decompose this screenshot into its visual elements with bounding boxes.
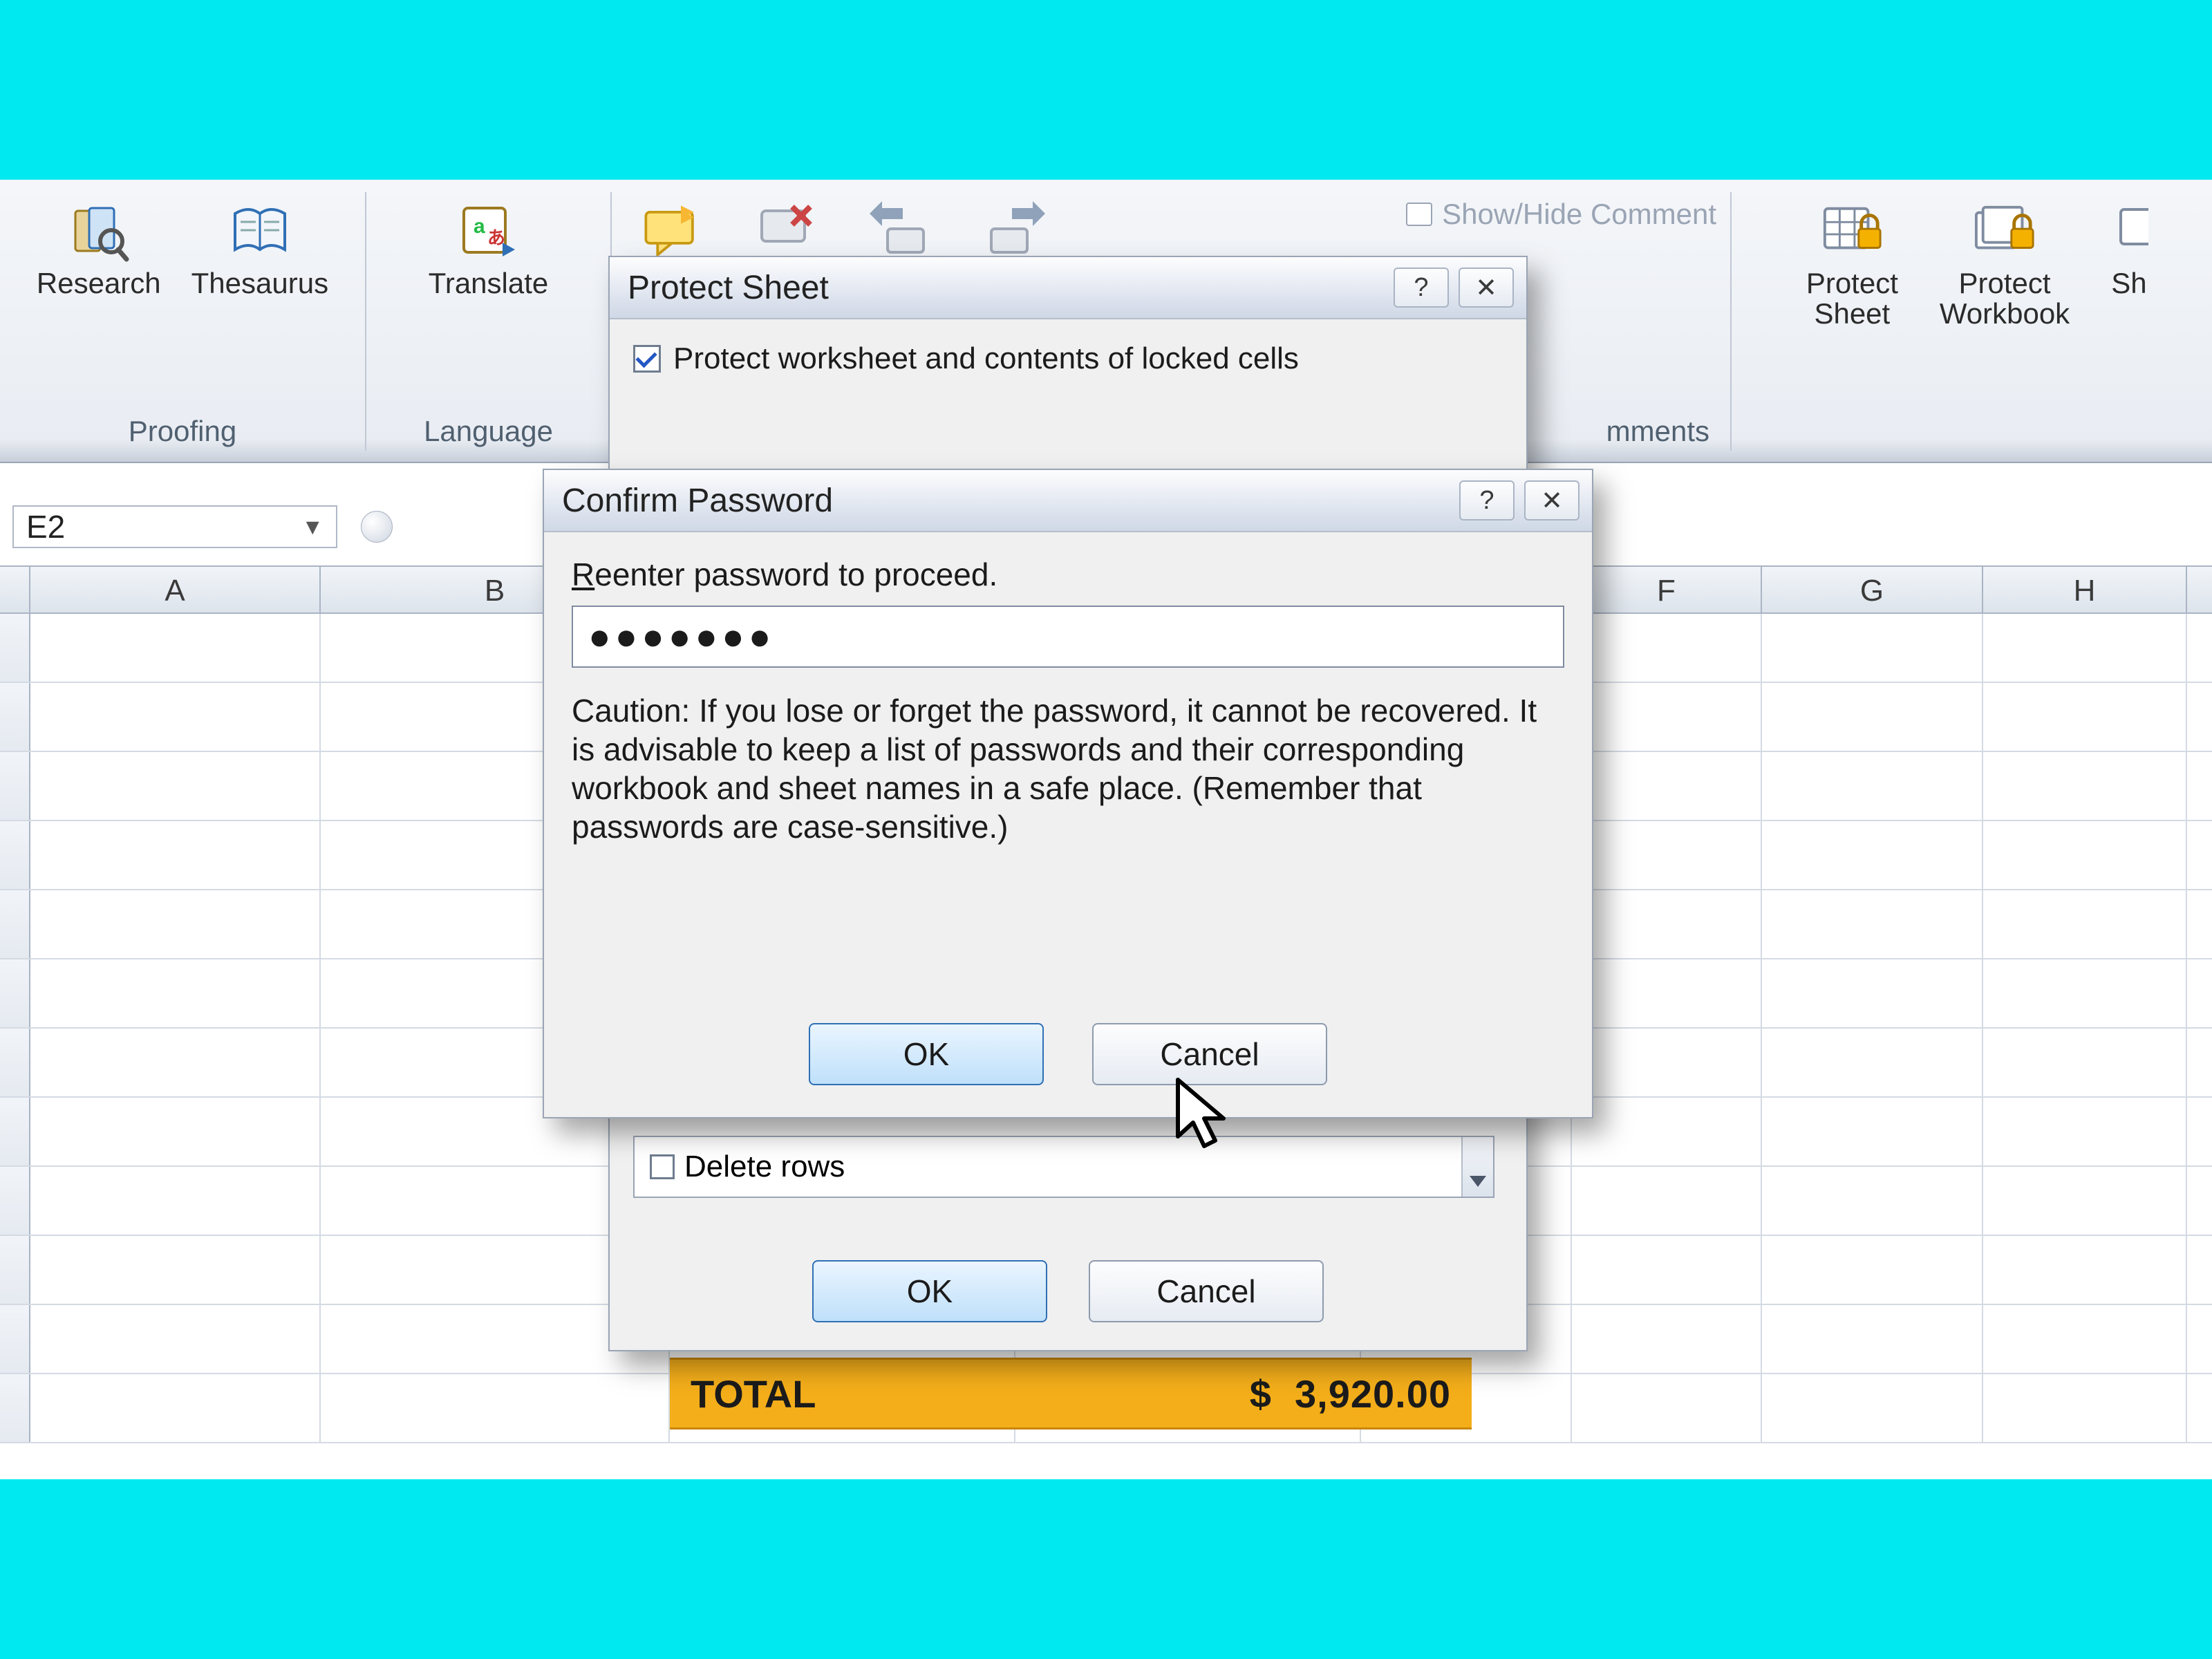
confirm-password-title: Confirm Password [562,482,1450,520]
protect-sheet-titlebar[interactable]: Protect Sheet ? ✕ [610,257,1526,319]
listbox-scrollbar[interactable] [1461,1137,1493,1197]
show-hide-comment-label: Show/Hide Comment [1442,198,1716,231]
share-workbook-label: Sh [2111,268,2146,299]
protect-contents-label: Protect worksheet and contents of locked… [673,341,1299,376]
password-caution-text: Caution: If you lose or forget the passw… [572,691,1564,846]
share-workbook-icon [2111,200,2148,263]
protect-sheet-cancel-button[interactable]: Cancel [1089,1260,1324,1322]
protect-workbook-icon [1974,200,2036,263]
share-workbook-button[interactable]: Sh [2100,196,2148,333]
translate-label: Translate [429,268,549,299]
protect-sheet-label: Protect Sheet [1806,268,1898,329]
permission-delete-rows[interactable]: Delete rows [635,1150,860,1184]
show-hide-comment-button[interactable]: Show/Hide Comment [1406,198,1716,231]
name-box-dropdown-icon[interactable]: ▼ [301,514,324,540]
mouse-cursor-icon [1175,1077,1237,1153]
cancel-formula-icon[interactable] [361,511,393,543]
ribbon-group-proofing: Research Thesaurus [0,192,366,451]
app-window: Research Thesaurus [0,180,2212,1479]
research-button[interactable]: Research [26,196,172,303]
column-header-F[interactable]: F [1572,567,1762,612]
group-label-language: Language [366,415,610,448]
protect-workbook-button[interactable]: Protect Workbook [1929,196,2081,333]
close-button[interactable]: ✕ [1524,480,1580,521]
help-icon: ? [1414,273,1428,303]
protect-sheet-button[interactable]: Protect Sheet [1795,196,1909,333]
ribbon-group-language: a あ Translate Language [366,192,612,451]
select-all-corner[interactable] [0,567,30,612]
help-button[interactable]: ? [1459,480,1515,521]
confirm-password-dialog: Confirm Password ? ✕ Reenter password to… [543,469,1593,1118]
ribbon-group-changes: Protect Sheet Protect Workbook [1732,192,2212,451]
new-comment-icon [639,200,702,263]
thesaurus-button[interactable]: Thesaurus [180,196,339,303]
permission-delete-rows-label: Delete rows [684,1150,845,1184]
previous-comment-icon [869,200,931,263]
protect-sheet-ok-button[interactable]: OK [812,1260,1047,1322]
show-hide-comment-icon [1406,203,1432,226]
checkbox-icon [650,1154,675,1179]
column-header-A[interactable]: A [30,567,321,612]
help-button[interactable]: ? [1394,268,1449,308]
svg-text:a: a [474,215,485,238]
protect-sheet-icon [1821,200,1883,263]
permissions-listbox[interactable]: Delete rows [633,1136,1494,1198]
research-label: Research [37,268,161,299]
research-icon [68,200,130,263]
close-button[interactable]: ✕ [1459,268,1514,308]
name-box[interactable]: E2 ▼ [12,505,337,548]
total-row: TOTAL $ 3,920.00 [670,1358,1472,1430]
confirm-password-prompt: Reenter password to proceed. [572,556,1564,593]
protect-contents-checkbox[interactable]: Protect worksheet and contents of locked… [633,341,1503,376]
thesaurus-label: Thesaurus [191,268,328,299]
name-box-value: E2 [26,508,65,545]
delete-comment-icon [754,200,816,263]
thesaurus-icon [229,200,291,263]
reenter-password-field[interactable]: ●●●●●●● [572,606,1564,668]
translate-icon: a あ [458,200,520,263]
total-amount: $ 3,920.00 [1250,1371,1451,1416]
confirm-password-titlebar[interactable]: Confirm Password ? ✕ [544,470,1592,532]
column-header-H[interactable]: H [1983,567,2187,612]
confirm-password-cancel-button[interactable]: Cancel [1092,1023,1327,1085]
help-icon: ? [1479,486,1494,516]
group-label-proofing: Proofing [0,415,365,448]
checkbox-icon [633,345,661,373]
confirm-password-ok-button[interactable]: OK [809,1023,1044,1085]
translate-button[interactable]: a あ Translate [418,196,560,303]
column-header-G[interactable]: G [1762,567,1983,612]
total-label: TOTAL [691,1371,816,1416]
password-mask: ●●●●●●● [588,615,775,658]
protect-workbook-label: Protect Workbook [1940,268,2070,329]
protect-sheet-title: Protect Sheet [628,269,1384,307]
close-icon: ✕ [1475,272,1497,303]
next-comment-icon [984,200,1046,263]
close-icon: ✕ [1541,485,1563,516]
